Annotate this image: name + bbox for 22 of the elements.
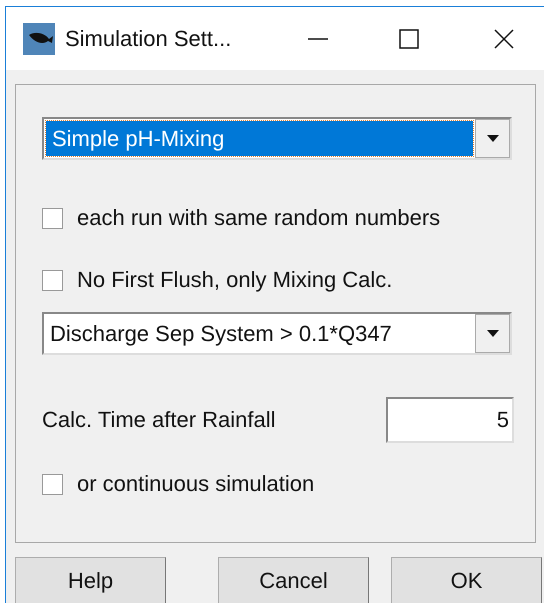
checkbox-option[interactable]: each run with same random numbers [42, 203, 535, 233]
dropdown[interactable]: Discharge Sep System > 0.1*Q347 [42, 312, 512, 355]
window-title: Simulation Sett... [65, 26, 232, 52]
checkbox-option[interactable]: or continuous simulation [42, 469, 535, 499]
checkbox[interactable] [42, 208, 63, 228]
dropdown-button[interactable] [475, 119, 510, 158]
fish-icon [23, 22, 55, 54]
close-icon[interactable] [494, 28, 514, 48]
checkbox-option[interactable]: No First Flush, only Mixing Calc. [42, 265, 535, 295]
dropdown[interactable]: Simple pH-Mixing [42, 117, 512, 160]
checkbox[interactable] [42, 474, 63, 494]
input-field[interactable]: 5 [386, 397, 514, 443]
checkbox[interactable] [42, 270, 63, 290]
caret-icon [486, 135, 498, 142]
caret-icon [486, 330, 498, 337]
dialog-button[interactable]: Cancel [218, 557, 369, 603]
field-label: Calc. Time after Rainfall [42, 407, 276, 433]
minimize-icon[interactable] [308, 36, 328, 40]
dropdown-button[interactable] [475, 314, 510, 353]
maximize-icon[interactable] [399, 28, 419, 48]
dialog-button[interactable]: OK [391, 557, 542, 603]
dialog-button[interactable]: Help [15, 557, 166, 603]
